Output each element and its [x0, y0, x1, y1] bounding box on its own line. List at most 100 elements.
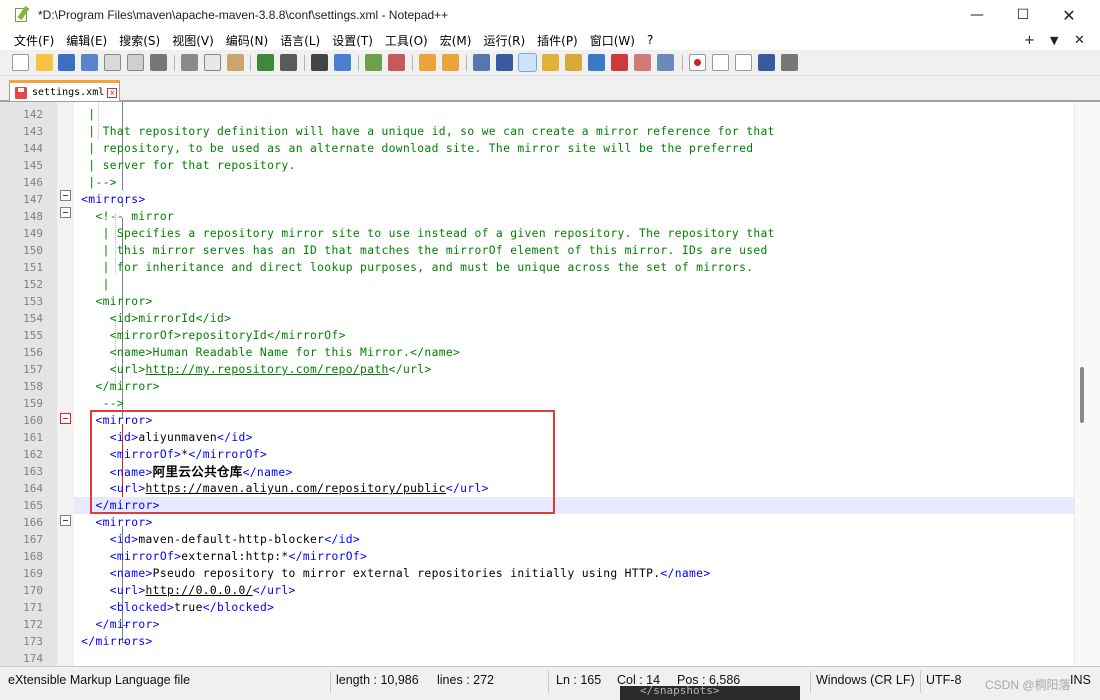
editor-pane[interactable]: 142 | 143 | That repository definition wi…	[0, 101, 1100, 666]
code-line[interactable]: 167 <id>maven-default-http-blocker</id>	[23, 531, 1074, 548]
fold-toggle-comment[interactable]	[60, 207, 71, 218]
close-document-button[interactable]: ✕	[1074, 30, 1085, 50]
save-icon[interactable]	[58, 54, 75, 71]
code-line[interactable]: 145 | server for that repository.	[23, 157, 1074, 174]
show-all-chars-icon[interactable]	[496, 54, 513, 71]
menu-item-2[interactable]: 搜索(S)	[113, 32, 166, 49]
code-line[interactable]: 169 <name>Pseudo repository to mirror ex…	[23, 565, 1074, 582]
code-line[interactable]: 158 </mirror>	[23, 378, 1074, 395]
line-text: <name>Pseudo repository to mirror extern…	[74, 567, 711, 580]
tab-settings-xml[interactable]: settings.xml x	[9, 80, 120, 102]
code-line[interactable]: 166 <mirror>	[23, 514, 1074, 531]
code-line[interactable]: 156 <name>Human Readable Name for this M…	[23, 344, 1074, 361]
status-pos: Pos : 6,586	[677, 673, 741, 687]
monitoring-icon[interactable]	[657, 54, 674, 71]
stop-macro-icon[interactable]	[712, 54, 729, 71]
open-file-icon[interactable]	[36, 54, 53, 71]
code-line[interactable]: 152 |	[23, 276, 1074, 293]
fold-toggle-mirrors[interactable]	[60, 190, 71, 201]
code-line[interactable]: 146 |-->	[23, 174, 1074, 191]
menu-item-8[interactable]: 宏(M)	[434, 32, 478, 49]
code-line[interactable]: 168 <mirrorOf>external:http:*</mirrorOf>	[23, 548, 1074, 565]
fold-toggle-mirror-aliyun[interactable]	[60, 413, 71, 424]
add-tab-button[interactable]: +	[1024, 30, 1035, 50]
line-text: | That repository definition will have a…	[74, 125, 775, 138]
word-wrap-icon[interactable]	[473, 54, 490, 71]
line-number: 170	[23, 584, 43, 597]
minimize-button[interactable]: —	[954, 0, 1000, 30]
code-line[interactable]: 154 <id>mirrorId</id>	[23, 310, 1074, 327]
menu-item-3[interactable]: 视图(V)	[166, 32, 220, 49]
save-all-icon[interactable]	[81, 54, 98, 71]
doc-list-icon[interactable]	[588, 54, 605, 71]
line-number: 171	[23, 601, 43, 614]
tab-list-dropdown[interactable]: ▼	[1050, 30, 1058, 50]
code-line[interactable]: 147 <mirrors>	[23, 191, 1074, 208]
sync-vertical-icon[interactable]	[419, 54, 436, 71]
line-number: 157	[23, 363, 43, 376]
fold-margin	[57, 102, 128, 666]
code-line[interactable]: 143 | That repository definition will ha…	[23, 123, 1074, 140]
status-lines: lines : 272	[437, 673, 494, 687]
menu-item-11[interactable]: 窗口(W)	[584, 32, 641, 49]
code-line[interactable]: 144 | repository, to be used as an alter…	[23, 140, 1074, 157]
code-line[interactable]: 157 <url>http://my.repository.com/repo/p…	[23, 361, 1074, 378]
play-macro-icon[interactable]	[735, 54, 752, 71]
scrollbar-thumb[interactable]	[1080, 367, 1084, 423]
code-line[interactable]: 174	[23, 650, 1074, 666]
code-line[interactable]: 153 <mirror>	[23, 293, 1074, 310]
undo-icon[interactable]	[257, 54, 274, 71]
function-list-icon[interactable]	[611, 54, 628, 71]
code-line[interactable]: 150 | this mirror serves has an ID that …	[23, 242, 1074, 259]
code-line[interactable]: 151 | for inheritance and direct lookup …	[23, 259, 1074, 276]
code-line[interactable]: 155 <mirrorOf>repositoryId</mirrorOf>	[23, 327, 1074, 344]
tab-close-icon[interactable]: x	[107, 87, 118, 98]
menu-item-1[interactable]: 编辑(E)	[60, 32, 113, 49]
code-line[interactable]: 142 |	[23, 106, 1074, 123]
close-window-button[interactable]: ✕	[1046, 0, 1092, 30]
code-line[interactable]: 173 </mirrors>	[23, 633, 1074, 650]
line-number: 173	[23, 635, 43, 648]
run-macro-multiple-icon[interactable]	[758, 54, 775, 71]
fold-toggle-mirror-blocker[interactable]	[60, 515, 71, 526]
menu-item-6[interactable]: 设置(T)	[326, 32, 379, 49]
paste-icon[interactable]	[227, 54, 244, 71]
menu-item-9[interactable]: 运行(R)	[477, 32, 531, 49]
code-line[interactable]: 172 </mirror>	[23, 616, 1074, 633]
save-macro-icon[interactable]	[781, 54, 798, 71]
close-all-icon[interactable]	[127, 54, 144, 71]
vertical-scrollbar[interactable]	[1074, 102, 1100, 666]
close-file-icon[interactable]	[104, 54, 121, 71]
indent-guide-icon[interactable]	[518, 53, 537, 72]
zoom-in-icon[interactable]	[365, 54, 382, 71]
cut-icon[interactable]	[181, 54, 198, 71]
code-line[interactable]: 170 <url>http://0.0.0.0/</url>	[23, 582, 1074, 599]
code-line[interactable]: 148 <!-- mirror	[23, 208, 1074, 225]
menu-item-12[interactable]: ?	[641, 33, 659, 47]
find-icon[interactable]	[311, 54, 328, 71]
sync-horizontal-icon[interactable]	[442, 54, 459, 71]
new-file-icon[interactable]	[12, 54, 29, 71]
print-icon[interactable]	[150, 54, 167, 71]
line-text: | for inheritance and direct lookup purp…	[74, 261, 754, 274]
redo-icon[interactable]	[280, 54, 297, 71]
status-filetype: eXtensible Markup Language file	[8, 673, 191, 687]
menu-item-10[interactable]: 插件(P)	[531, 32, 584, 49]
record-macro-icon[interactable]	[689, 54, 706, 71]
menu-item-4[interactable]: 编码(N)	[220, 32, 274, 49]
status-length: length : 10,986	[336, 673, 419, 687]
code-area[interactable]: 142 | 143 | That repository definition wi…	[23, 102, 1074, 666]
maximize-button[interactable]: ☐	[1000, 0, 1046, 30]
copy-icon[interactable]	[204, 54, 221, 71]
menu-item-7[interactable]: 工具(O)	[379, 32, 434, 49]
replace-icon[interactable]	[334, 54, 351, 71]
code-line[interactable]: 171 <blocked>true</blocked>	[23, 599, 1074, 616]
udl-icon[interactable]	[542, 54, 559, 71]
menu-item-5[interactable]: 语言(L)	[274, 32, 326, 49]
menu-item-0[interactable]: 文件(F)	[8, 32, 60, 49]
folder-workspace-icon[interactable]	[634, 54, 651, 71]
code-line[interactable]: 149 | Specifies a repository mirror site…	[23, 225, 1074, 242]
line-text: <mirror>	[74, 295, 153, 308]
zoom-out-icon[interactable]	[388, 54, 405, 71]
doc-map-icon[interactable]	[565, 54, 582, 71]
